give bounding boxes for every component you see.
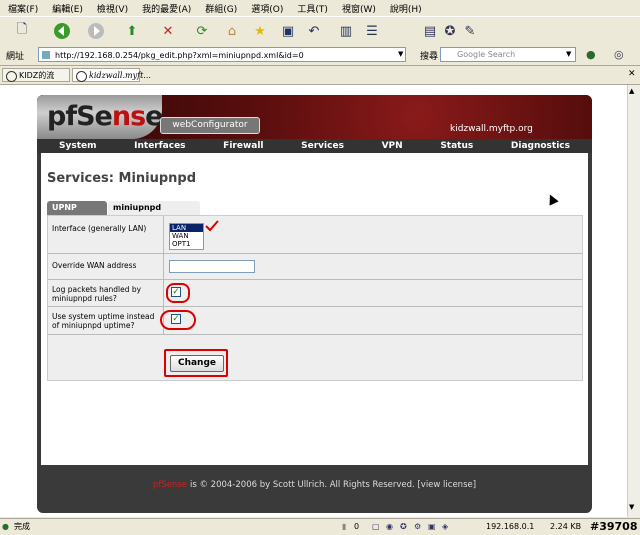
wan-address-input[interactable] [169,260,255,273]
menu-bar: 檔案(F) 編輯(E) 檢視(V) 我的最愛(A) 群組(G) 選項(O) 工具… [0,0,640,16]
stop-icon[interactable]: ✕ [158,21,178,41]
address-url: http://192.168.0.254/pkg_edit.php?xml=mi… [55,51,304,60]
refresh-icon[interactable]: ⟳ [192,21,212,41]
view-license-link[interactable]: [view license] [417,480,476,490]
address-input[interactable]: http://192.168.0.254/pkg_edit.php?xml=mi… [38,47,406,62]
menu-window[interactable]: 視窗(W) [342,2,376,15]
menu-groups[interactable]: 群組(G) [205,2,237,15]
up-icon[interactable]: ⬆ [122,21,142,41]
annotation-circle [166,283,190,303]
browser-tab-2[interactable]: kidzwall.myft... [72,68,151,82]
menu-tools[interactable]: 工具(T) [297,2,328,15]
page-title: Services: Miniupnpd [47,171,197,186]
back-icon[interactable] [52,21,72,41]
favorites-star-icon[interactable]: ★ [250,21,270,41]
nav-diagnostics[interactable]: Diagnostics [511,139,570,153]
page-icon [42,51,50,59]
wan-address-label: Override WAN address [52,261,137,270]
menu-view[interactable]: 檢視(V) [97,2,128,15]
system-uptime-label: Use system uptime instead of miniupnpd u… [52,312,155,330]
status-ip: 192.168.0.1 [486,522,535,531]
status-bar: ● 完成 ▮ 0 ▢ ◉ ✪ ⚙ ▣ ◈ 192.168.0.1 2.24 KB… [0,518,640,535]
go-icon[interactable]: ● [586,48,596,61]
tool-icon-1[interactable]: ▤ [420,21,440,41]
status-size: 2.24 KB [550,522,582,531]
logo-text: pfSense [47,101,163,132]
status-tool-icon-3: ✪ [400,522,407,531]
list-icon[interactable]: ☰ [362,21,382,41]
status-tool-icon-5: ▣ [428,522,436,531]
address-bar: 網址 http://192.168.0.254/pkg_edit.php?xml… [0,45,640,66]
undo-icon[interactable]: ↶ [304,21,324,41]
vertical-scrollbar[interactable]: ▲ ▼ [627,85,640,517]
menu-options[interactable]: 選項(O) [251,2,283,15]
footer: pfSense is © 2004-2006 by Scott Ullrich.… [41,470,588,500]
red-check-mark-icon [205,220,219,232]
log-packets-label: Log packets handled by miniupnpd rules? [52,285,142,303]
nav-firewall[interactable]: Firewall [223,139,263,153]
status-text: 完成 [14,522,30,531]
interface-label: Interface (generally LAN) [52,224,147,233]
hostname: kidzwall.myftp.org [450,124,533,134]
tab-favicon [76,71,87,82]
footer-brand[interactable]: pfSense [153,480,187,490]
forward-icon[interactable] [86,21,106,41]
nav-interfaces[interactable]: Interfaces [134,139,185,153]
watermark: #39708 [590,520,638,533]
tab-upnp-status[interactable]: UPNP Status [47,201,107,226]
page-status-icon: ● [2,522,9,531]
row-divider [48,253,582,254]
settings-icon[interactable]: ✎ [460,21,480,41]
status-tool-icon-1: ▢ [372,522,380,531]
row-divider [48,279,582,280]
webconfigurator-badge: webConfigurator [160,117,260,134]
status-indicator-icon: ▮ [342,522,347,531]
menu-help[interactable]: 說明(H) [390,2,422,15]
search-placeholder: Google Search [457,50,516,59]
annotation-circle [160,310,196,330]
address-dropdown-icon[interactable]: ▼ [398,50,403,58]
search-input[interactable]: Google Search [440,47,576,62]
nav-status[interactable]: Status [440,139,473,153]
pfsense-logo: pfSense [47,101,163,132]
interface-option-lan[interactable]: LAN [170,224,203,232]
nav-vpn[interactable]: VPN [382,139,403,153]
status-tool-icon-2: ◉ [386,522,393,531]
nav-system[interactable]: System [59,139,97,153]
menu-file[interactable]: 檔案(F) [8,2,38,15]
interface-option-wan[interactable]: WAN [170,232,203,240]
interface-listbox[interactable]: LAN WAN OPT1 [169,223,204,250]
tab-bar: KIDZ的流量... kidzwall.myft... ✕ [0,66,640,94]
tab-label: kidzwall.myft... [89,71,151,80]
address-label: 網址 [6,52,25,62]
new-page-icon[interactable]: 🗋 [12,21,32,41]
scroll-down-icon[interactable]: ▼ [629,503,634,511]
browser-toolbar: 🗋 ⬆ ✕ ⟳ ⌂ ★ ▣ ↶ ▥ ☰ ▤ ✪ ✎ [0,16,640,46]
home-icon[interactable]: ⌂ [222,21,242,41]
scroll-up-icon[interactable]: ▲ [629,87,634,95]
row-divider [48,334,582,335]
columns-icon[interactable]: ▥ [336,21,356,41]
nav-services[interactable]: Services [301,139,344,153]
footer-copyright: is © 2004-2006 by Scott Ullrich. All Rig… [189,480,415,490]
status-count: 0 [354,522,360,531]
annotation-box [164,349,228,377]
compass-icon[interactable]: ✪ [440,21,460,41]
menu-favorites[interactable]: 我的最愛(A) [142,2,191,15]
main-nav: System Interfaces Firewall Services VPN … [37,139,592,153]
interface-option-opt1[interactable]: OPT1 [170,240,203,248]
status-tool-icon-4: ⚙ [414,522,422,531]
window-icon[interactable]: ▣ [278,21,298,41]
search-label: 搜尋 [420,52,439,62]
tab-miniupnpd-settings[interactable]: miniupnpd Settings [108,201,200,226]
search-dropdown-icon[interactable]: ▼ [566,50,571,58]
close-tab-icon[interactable]: ✕ [628,69,636,79]
row-divider [48,306,582,307]
status-tool-icon-6: ◈ [442,522,449,531]
tab-favicon [6,71,17,82]
options-icon[interactable]: ◎ [614,48,624,61]
browser-tab-1[interactable]: KIDZ的流量... [2,68,70,94]
menu-edit[interactable]: 編輯(E) [52,2,83,15]
